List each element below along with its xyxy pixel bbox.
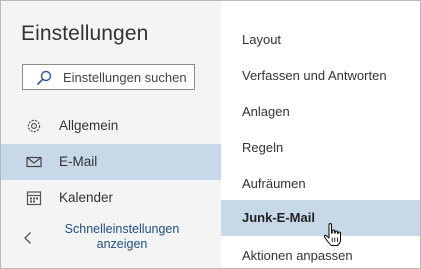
menu-item-regeln[interactable]: Regeln — [221, 130, 420, 166]
menu-item-label: Aktionen anpassen — [242, 248, 353, 263]
quick-settings-label: Schnelleinstellungen anzeigen — [64, 222, 180, 251]
menu-item-aktionen-anpassen[interactable]: Aktionen anpassen — [221, 238, 420, 268]
menu-item-verfassen-und-antworten[interactable]: Verfassen und Antworten — [221, 58, 420, 94]
settings-search-input[interactable]: Einstellungen suchen — [22, 64, 195, 90]
menu-item-layout[interactable]: Layout — [221, 22, 420, 58]
menu-item-aufraeumen[interactable]: Aufräumen — [221, 166, 420, 202]
nav-item-email[interactable]: E-Mail — [1, 144, 221, 180]
mail-icon — [26, 156, 42, 168]
nav-item-label: Allgemein — [59, 118, 119, 133]
settings-nav-pane: Einstellungen Einstellungen suchen Allge… — [1, 1, 221, 268]
menu-item-junk-email[interactable]: Junk-E-Mail — [221, 200, 420, 236]
menu-item-label: Layout — [242, 32, 282, 47]
menu-item-anlagen[interactable]: Anlagen — [221, 94, 420, 130]
search-icon — [36, 70, 52, 86]
search-placeholder: Einstellungen suchen — [63, 70, 187, 85]
calendar-icon — [26, 191, 42, 206]
nav-item-kalender[interactable]: Kalender — [1, 180, 221, 216]
hand-pointer-icon — [323, 223, 341, 246]
settings-dialog: Einstellungen Einstellungen suchen Allge… — [0, 0, 421, 269]
email-settings-menu: Layout Verfassen und Antworten Anlagen R… — [221, 1, 420, 268]
menu-item-label: Anlagen — [242, 104, 290, 119]
quick-settings-link[interactable]: Schnelleinstellungen anzeigen — [1, 219, 221, 259]
nav-item-allgemein[interactable]: Allgemein — [1, 108, 221, 144]
menu-item-label: Verfassen und Antworten — [242, 68, 387, 83]
chevron-left-icon — [24, 232, 31, 244]
menu-item-label: Aufräumen — [242, 176, 306, 191]
menu-item-label: Junk-E-Mail — [242, 210, 315, 225]
page-title: Einstellungen — [21, 22, 149, 45]
menu-item-label: Regeln — [242, 140, 284, 155]
gear-icon — [27, 119, 41, 133]
nav-item-label: Kalender — [59, 190, 114, 205]
nav-item-label: E-Mail — [59, 154, 98, 169]
